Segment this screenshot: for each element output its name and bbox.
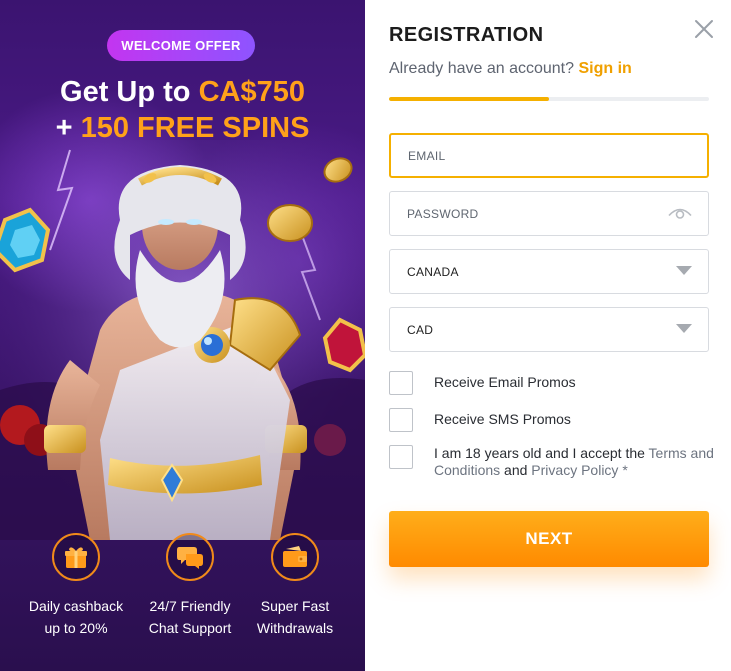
already-account-label: Already have an account? xyxy=(389,60,575,77)
currency-select[interactable]: CAD xyxy=(389,307,709,352)
feature-cashback-label: Daily cashback up to 20% xyxy=(28,598,124,636)
privacy-policy-link[interactable]: Privacy Policy xyxy=(531,462,618,478)
country-value: CANADA xyxy=(407,264,459,279)
headline-prefix: Get Up to xyxy=(60,76,199,108)
already-account-text: Already have an account? Sign in xyxy=(389,60,632,78)
sign-in-link[interactable]: Sign in xyxy=(578,60,631,77)
password-field[interactable] xyxy=(389,191,709,236)
email-input[interactable] xyxy=(408,148,690,163)
feature-cashback: Daily cashback up to 20% xyxy=(11,533,141,639)
currency-value: CAD xyxy=(407,322,434,337)
age-terms-row: I am 18 years old and I accept the Terms… xyxy=(389,445,714,481)
registration-form: REGISTRATION Already have an account? Si… xyxy=(365,0,731,671)
eye-icon[interactable] xyxy=(668,205,692,222)
chevron-down-icon[interactable] xyxy=(676,265,692,279)
feature-withdrawals-label: Super Fast Withdrawals xyxy=(256,598,334,636)
progress-fill xyxy=(389,97,549,101)
form-title: REGISTRATION xyxy=(389,24,544,46)
required-mark: * xyxy=(618,462,628,478)
age-terms-checkbox[interactable] xyxy=(389,445,413,469)
welcome-offer-badge: WELCOME OFFER xyxy=(107,30,255,61)
email-promos-checkbox[interactable] xyxy=(389,371,413,395)
email-field[interactable] xyxy=(389,133,709,178)
wallet-icon xyxy=(271,533,319,581)
feature-withdrawals: Super Fast Withdrawals xyxy=(230,533,360,639)
chevron-down-icon[interactable] xyxy=(676,323,692,337)
gift-icon xyxy=(52,533,100,581)
promo-panel: WELCOME OFFER Get Up to CA$750 + 150 FRE… xyxy=(0,0,365,671)
offer-headline-line1: Get Up to CA$750 xyxy=(0,74,365,110)
zeus-illustration xyxy=(0,140,365,540)
chat-bubbles-icon xyxy=(166,533,214,581)
bonus-amount: CA$750 xyxy=(198,76,305,108)
age-terms-label: I am 18 years old and I accept the Terms… xyxy=(434,445,714,479)
age-terms-prefix: I am 18 years old and I accept the xyxy=(434,445,649,461)
registration-progress-bar xyxy=(389,97,709,101)
email-promos-row: Receive Email Promos xyxy=(389,371,709,395)
country-select[interactable]: CANADA xyxy=(389,249,709,294)
sms-promos-label: Receive SMS Promos xyxy=(434,411,571,427)
email-promos-label: Receive Email Promos xyxy=(434,374,576,390)
next-button[interactable]: NEXT xyxy=(389,511,709,567)
sms-promos-checkbox[interactable] xyxy=(389,408,413,432)
password-input[interactable] xyxy=(407,206,691,221)
sms-promos-row: Receive SMS Promos xyxy=(389,408,709,432)
close-icon[interactable] xyxy=(693,18,715,40)
and-text: and xyxy=(500,462,532,478)
